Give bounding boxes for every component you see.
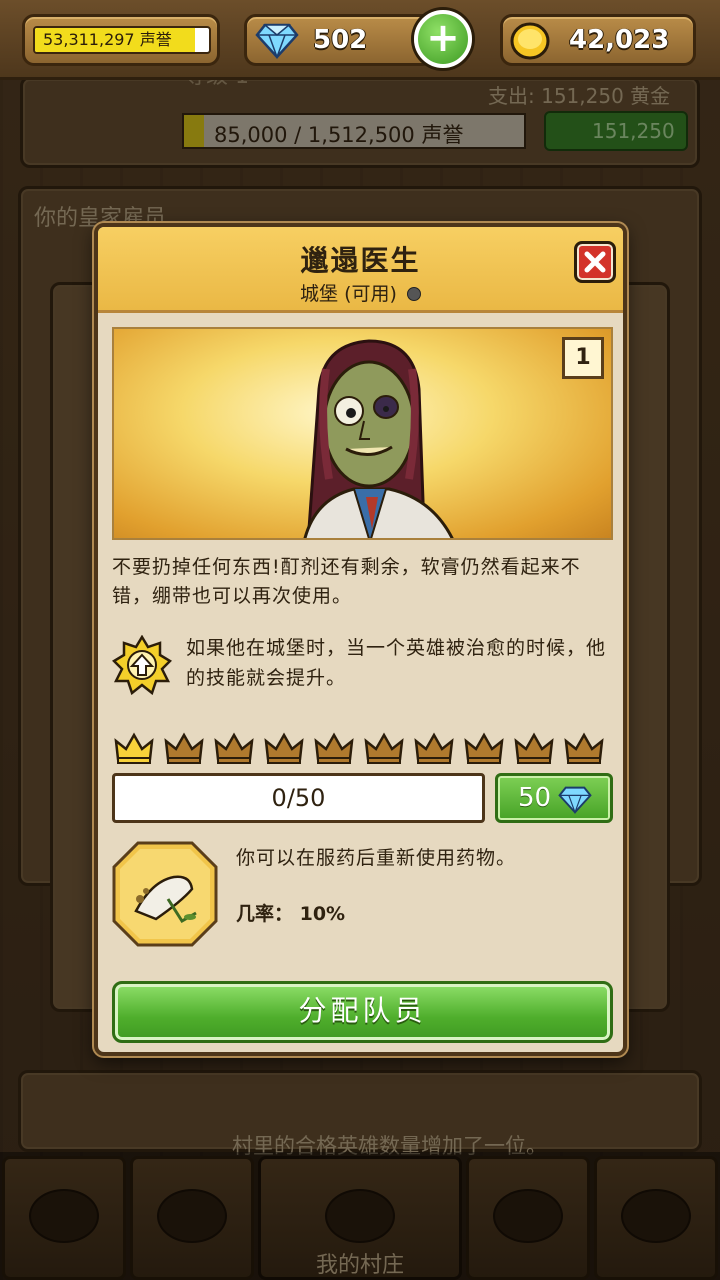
close-button[interactable] <box>574 241 616 283</box>
fame-box: 53,311,297 声誉 <box>22 14 220 66</box>
crown-filled-icon <box>114 732 154 764</box>
crown-empty-icon <box>514 732 554 764</box>
employee-portrait <box>112 327 613 540</box>
assign-member-button[interactable]: 分配队员 <box>112 981 613 1043</box>
crown-empty-icon <box>464 732 504 764</box>
crown-empty-icon <box>264 732 304 764</box>
diamond-icon <box>255 23 299 59</box>
buy-gems-button[interactable]: + <box>414 10 472 68</box>
employee-description: 不要扔掉任何东西!酊剂还有剩余，软膏仍然看起来不错，绷带也可以再次使用。 <box>112 556 581 607</box>
crown-empty-icon <box>414 732 454 764</box>
status-dot-icon <box>406 287 421 301</box>
skill-description: 如果他在城堡时，当一个英雄被治愈的时候，他的技能就会提升。 <box>186 637 607 689</box>
employee-name: 邋遢医生 <box>300 244 421 277</box>
bandage-item-icon <box>112 841 218 947</box>
employee-location: 城堡 (可用) <box>98 279 623 306</box>
doctor-portrait-image <box>303 339 454 538</box>
gems-value: 502 <box>313 25 368 55</box>
crown-empty-icon <box>314 732 354 764</box>
fame-value: 53,311,297 声誉 <box>43 30 172 49</box>
diamond-icon <box>558 786 592 814</box>
crown-empty-icon <box>164 732 204 764</box>
skill-level-crowns <box>112 731 617 767</box>
item-effect-text: 你可以在服药后重新使用药物。 <box>236 847 517 869</box>
employee-detail-dialog: 邋遢医生 城堡 (可用) 1 不要扔掉任何东西!酊剂还有剩余，软膏仍然看起来不错… <box>94 223 627 1056</box>
close-icon <box>584 251 606 273</box>
crown-empty-icon <box>214 732 254 764</box>
item-chance-text: 几率： 10% <box>236 903 346 925</box>
fame-meter: 53,311,297 声誉 <box>33 26 211 54</box>
skill-up-gem-button[interactable]: 50 <box>495 773 613 823</box>
gold-value: 42,023 <box>569 25 670 55</box>
dialog-header: 邋遢医生 城堡 (可用) <box>98 227 623 313</box>
crown-empty-icon <box>564 732 604 764</box>
gems-box: 502 <box>244 14 434 66</box>
skill-up-icon <box>112 635 172 695</box>
level-badge: 1 <box>562 337 604 379</box>
gold-coin-icon <box>510 22 550 60</box>
skill-progress-bar: 0/50 <box>112 773 485 823</box>
currency-bar: 53,311,297 声誉 502 + 42,023 <box>0 0 720 80</box>
gem-cost: 50 <box>518 783 552 813</box>
employee-location-label: 城堡 (可用) <box>300 283 397 305</box>
nav-dim-overlay <box>0 1152 720 1280</box>
crown-empty-icon <box>364 732 404 764</box>
gold-box: 42,023 <box>500 14 696 66</box>
